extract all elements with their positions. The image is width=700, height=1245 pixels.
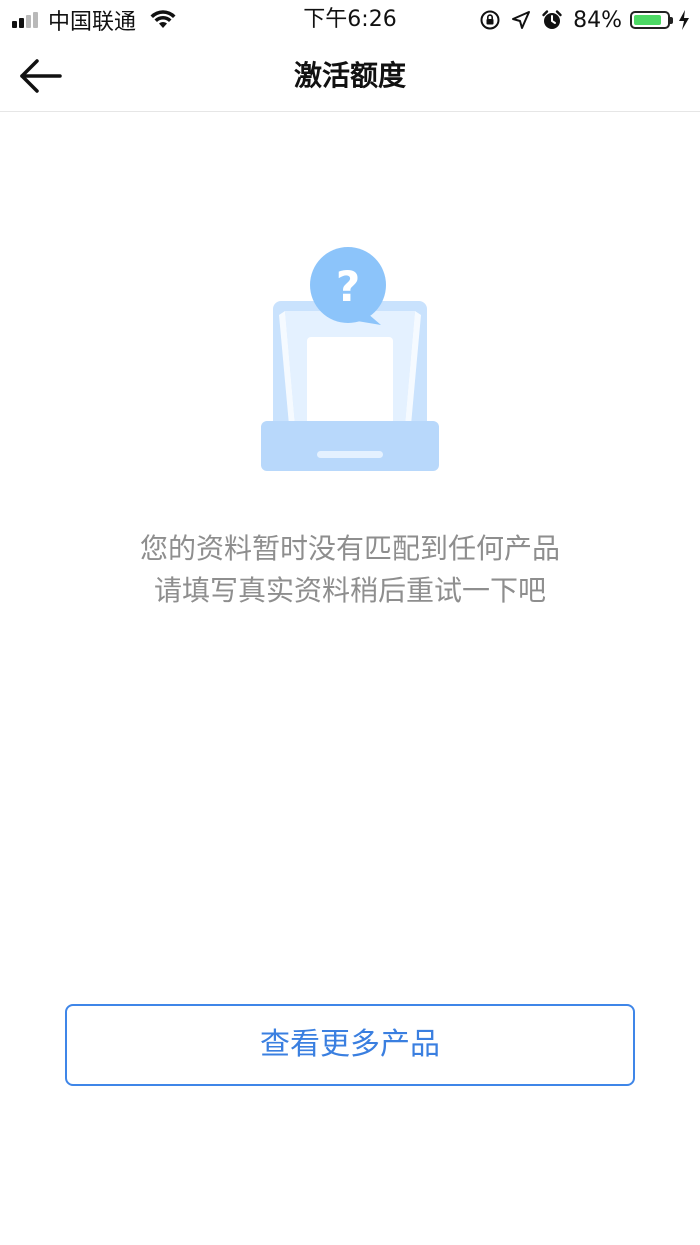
empty-state-line-1: 您的资料暂时没有匹配到任何产品 <box>139 532 560 565</box>
orientation-lock-icon <box>480 10 500 30</box>
empty-state-line-2: 请填写真实资料稍后重试一下吧 <box>153 574 546 607</box>
battery-percentage: 84% <box>573 7 622 33</box>
battery-fill <box>634 15 661 25</box>
question-mark: ? <box>336 262 360 311</box>
alarm-clock-icon <box>542 10 562 29</box>
battery-icon <box>630 11 673 29</box>
status-bar: 中国联通 下午6:26 84% <box>0 0 700 40</box>
back-button[interactable] <box>14 54 66 98</box>
empty-state-message: 您的资料暂时没有匹配到任何产品 请填写真实资料稍后重试一下吧 <box>0 528 700 612</box>
empty-inbox-question-icon: ? <box>255 245 445 475</box>
view-more-products-button[interactable]: 查看更多产品 <box>65 1004 635 1086</box>
page-title: 激活额度 <box>293 59 406 92</box>
status-right: 84% <box>469 6 690 34</box>
charging-bolt-icon <box>679 10 689 30</box>
location-arrow-icon <box>512 11 531 29</box>
arrow-left-icon <box>20 59 62 93</box>
navigation-bar: 激活额度 <box>0 40 700 112</box>
